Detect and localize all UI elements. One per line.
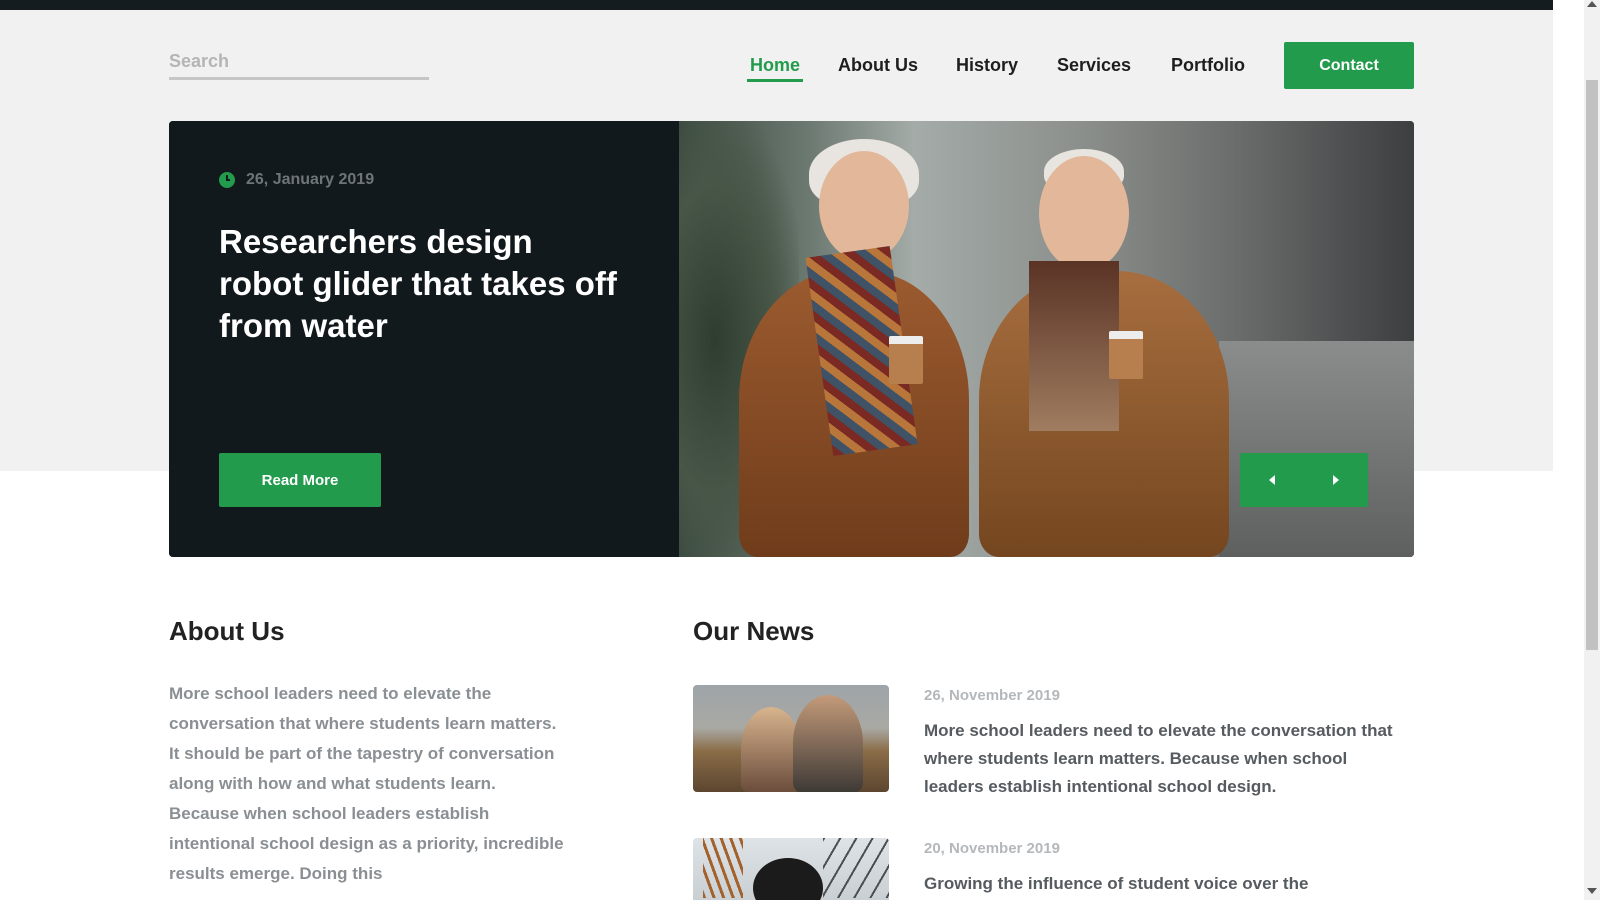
- scroll-thumb[interactable]: [1586, 80, 1598, 650]
- about-text: More school leaders need to elevate the …: [169, 684, 564, 883]
- slider-next-button[interactable]: [1304, 453, 1368, 507]
- hero-image-coffee-cup: [889, 336, 923, 384]
- arrow-left-icon: [1269, 475, 1275, 485]
- news-thumbnail[interactable]: [693, 838, 889, 900]
- hero-date-row: 26, January 2019: [219, 171, 374, 189]
- scroll-down-arrow-icon[interactable]: [1587, 888, 1597, 894]
- about-title: About Us: [169, 616, 285, 646]
- hero-date: 26, January 2019: [246, 171, 375, 188]
- news-thumbnail-frame: [823, 838, 889, 898]
- news-thumbnail-person: [793, 695, 863, 792]
- top-bar: [0, 0, 1553, 10]
- news-text[interactable]: More school leaders need to elevate the …: [924, 717, 1399, 801]
- slider-prev-button[interactable]: [1240, 453, 1304, 507]
- hero-image-man-face: [1039, 156, 1129, 271]
- clock-icon: [219, 172, 235, 188]
- hero-image-background: [1219, 341, 1414, 557]
- hero-title: Researchers design robot glider that tak…: [219, 223, 617, 344]
- news-thumbnail-plant: [703, 838, 743, 898]
- nav-history[interactable]: History: [956, 52, 1018, 82]
- news-thumbnail-person: [741, 707, 801, 792]
- arrow-right-icon: [1333, 475, 1339, 485]
- hero-image-woman-face: [819, 151, 909, 261]
- news-date: 26, November 2019: [924, 687, 1060, 704]
- news-date: 20, November 2019: [924, 840, 1060, 857]
- scroll-up-arrow-icon[interactable]: [1587, 1, 1597, 7]
- news-thumbnail-person: [753, 858, 823, 900]
- search-input[interactable]: [169, 46, 429, 80]
- nav-services[interactable]: Services: [1057, 52, 1131, 82]
- nav-home[interactable]: Home: [747, 52, 804, 82]
- contact-button[interactable]: Contact: [1284, 42, 1414, 89]
- hero-image-coffee-cup: [1109, 331, 1143, 379]
- nav-about-us[interactable]: About Us: [838, 52, 918, 82]
- read-more-button[interactable]: Read More: [219, 453, 381, 507]
- nav-portfolio[interactable]: Portfolio: [1171, 52, 1245, 82]
- news-title: Our News: [693, 616, 815, 646]
- news-thumbnail[interactable]: [693, 685, 889, 792]
- hero-image-man-scarf: [1029, 261, 1119, 431]
- scrollbar[interactable]: [1584, 0, 1600, 900]
- slider-controls: [1240, 453, 1368, 507]
- news-text[interactable]: Growing the influence of student voice o…: [924, 870, 1399, 898]
- hero-slider: 26, January 2019 Researchers design robo…: [169, 121, 1414, 557]
- hero-content: 26, January 2019 Researchers design robo…: [169, 121, 679, 557]
